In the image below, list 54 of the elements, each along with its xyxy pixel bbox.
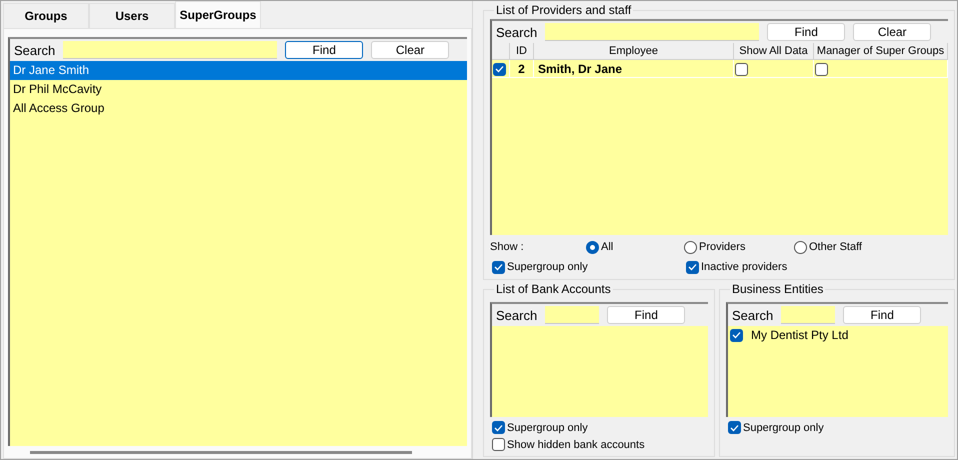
checkbox[interactable] xyxy=(492,438,505,451)
checkbox[interactable] xyxy=(492,421,505,434)
checkbox-label: Inactive providers xyxy=(701,261,788,273)
scrollbar-thumb[interactable] xyxy=(30,450,412,454)
tab[interactable]: Groups xyxy=(3,3,89,28)
search-field[interactable] xyxy=(545,23,760,41)
radio-button[interactable] xyxy=(586,240,599,254)
group-title: List of Bank Accounts xyxy=(495,282,612,296)
checkbox-label: Supergroup only xyxy=(507,261,588,273)
search-field[interactable] xyxy=(781,306,836,324)
find-button[interactable]: Find xyxy=(843,306,922,324)
search-label: Search xyxy=(14,42,56,58)
search-label: Search xyxy=(732,308,774,322)
checkbox[interactable] xyxy=(686,260,699,274)
find-button[interactable]: Find xyxy=(285,41,364,59)
checkbox-label: Show hidden bank accounts xyxy=(507,438,645,450)
clear-button[interactable]: Clear xyxy=(853,23,932,41)
checkbox[interactable] xyxy=(492,260,505,274)
search-label: Search xyxy=(496,24,538,40)
radio-label: Other Staff xyxy=(809,241,862,253)
tab[interactable]: SuperGroups xyxy=(175,1,261,28)
checkbox[interactable] xyxy=(728,421,741,434)
search-field[interactable] xyxy=(545,306,600,324)
check-icon xyxy=(494,263,503,271)
group-title: Business Entities xyxy=(731,282,824,296)
table-cell: Smith, Dr Jane xyxy=(534,60,734,78)
check-icon xyxy=(495,65,504,73)
checkbox-label: Supergroup only xyxy=(507,422,588,434)
find-button[interactable]: Find xyxy=(607,306,686,324)
check-icon xyxy=(688,263,697,271)
check-icon xyxy=(730,424,739,432)
show-label: Show : xyxy=(490,241,525,253)
checkbox-label: Supergroup only xyxy=(743,422,824,434)
radio-label: All xyxy=(601,241,614,253)
table-cell: 2 xyxy=(510,60,534,78)
list-item[interactable]: Dr Phil McCavity xyxy=(10,80,467,99)
radio-button[interactable] xyxy=(794,240,807,254)
check-icon xyxy=(732,331,741,339)
radio-label: Providers xyxy=(699,241,746,253)
list-item[interactable]: Dr Jane Smith xyxy=(10,61,467,80)
find-button[interactable]: Find xyxy=(767,23,846,41)
list-item[interactable]: My Dentist Pty Ltd xyxy=(751,328,848,342)
radio-button[interactable] xyxy=(684,240,697,254)
clear-button[interactable]: Clear xyxy=(371,41,450,59)
checkbox[interactable] xyxy=(730,328,743,342)
check-icon xyxy=(494,424,503,432)
search-label: Search xyxy=(496,308,538,322)
tab[interactable]: Users xyxy=(89,3,175,28)
checkbox[interactable] xyxy=(815,62,828,76)
checkbox[interactable] xyxy=(493,62,506,76)
list-item[interactable]: All Access Group xyxy=(10,99,467,118)
search-field[interactable] xyxy=(63,41,278,59)
checkbox[interactable] xyxy=(735,62,748,76)
group-title: List of Providers and staff xyxy=(495,3,632,17)
